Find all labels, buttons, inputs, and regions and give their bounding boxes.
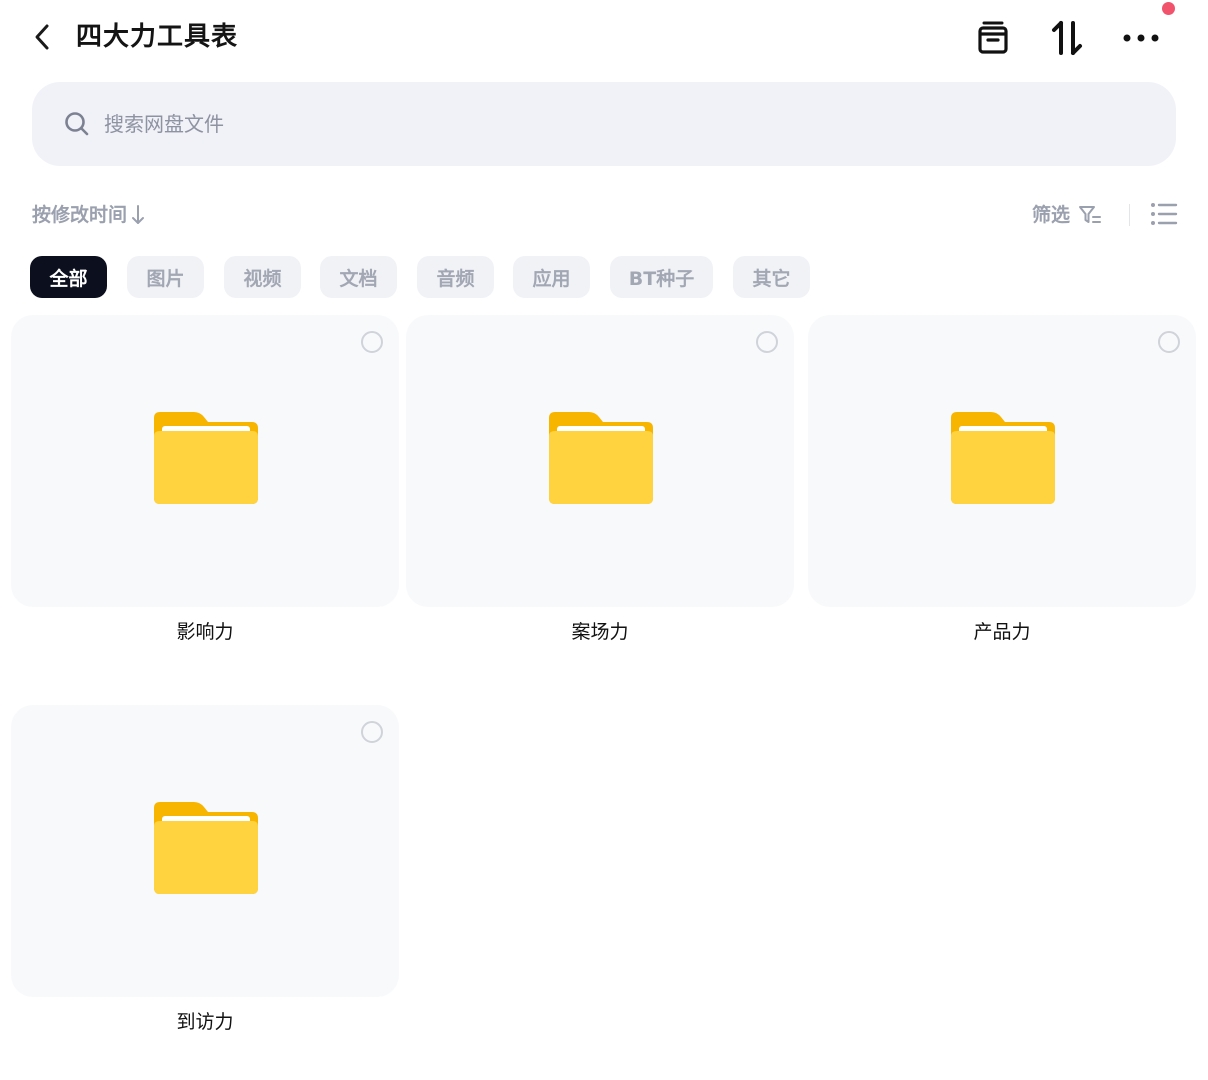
folder-card[interactable] <box>406 315 794 607</box>
page-title: 四大力工具表 <box>76 22 239 52</box>
folder-icon <box>154 802 258 894</box>
folder-icon <box>154 412 258 504</box>
chip-bt-torrents[interactable]: BT种子 <box>610 256 713 298</box>
folder-icon <box>549 412 653 504</box>
select-checkbox[interactable] <box>1158 331 1180 353</box>
filter-label: 筛选 <box>1032 204 1071 226</box>
more-button[interactable] <box>1119 16 1163 60</box>
toolbar-divider <box>1129 204 1130 226</box>
folder-icon <box>951 412 1055 504</box>
archive-box-icon <box>978 21 1008 54</box>
chip-all[interactable]: 全部 <box>30 256 107 298</box>
chip-videos[interactable]: 视频 <box>224 256 301 298</box>
select-checkbox[interactable] <box>361 331 383 353</box>
select-checkbox[interactable] <box>361 721 383 743</box>
filter-funnel-icon <box>1079 206 1102 223</box>
chip-images[interactable]: 图片 <box>127 256 204 298</box>
back-arrow-icon <box>35 24 49 50</box>
folder-card[interactable] <box>808 315 1196 607</box>
list-view-icon <box>1151 203 1178 225</box>
folder-name[interactable]: 到访力 <box>11 1007 399 1037</box>
folder-name[interactable]: 案场力 <box>406 617 794 647</box>
folder-name[interactable]: 产品力 <box>808 617 1196 647</box>
chip-other[interactable]: 其它 <box>733 256 810 298</box>
archive-button[interactable] <box>971 16 1015 60</box>
chip-apps[interactable]: 应用 <box>513 256 590 298</box>
search-input[interactable] <box>102 111 1006 137</box>
filter-button[interactable]: 筛选 <box>1032 200 1102 230</box>
folder-name[interactable]: 影响力 <box>11 617 399 647</box>
chip-audio[interactable]: 音频 <box>417 256 494 298</box>
notification-dot <box>1162 2 1175 15</box>
chip-documents[interactable]: 文档 <box>320 256 397 298</box>
more-dots-icon <box>1123 34 1159 42</box>
sort-arrows-icon <box>1052 21 1082 55</box>
folder-card[interactable] <box>11 315 399 607</box>
folder-card[interactable] <box>11 705 399 997</box>
search-icon <box>65 112 89 136</box>
list-view-button[interactable] <box>1148 198 1180 230</box>
select-checkbox[interactable] <box>756 331 778 353</box>
sort-label: 按修改时间 <box>32 204 128 226</box>
search-bar[interactable] <box>32 82 1176 166</box>
sort-toggle-button[interactable] <box>1045 16 1089 60</box>
back-button[interactable] <box>28 20 56 54</box>
arrow-down-icon <box>132 205 145 224</box>
sort-by-modified-button[interactable]: 按修改时间 <box>32 200 145 230</box>
